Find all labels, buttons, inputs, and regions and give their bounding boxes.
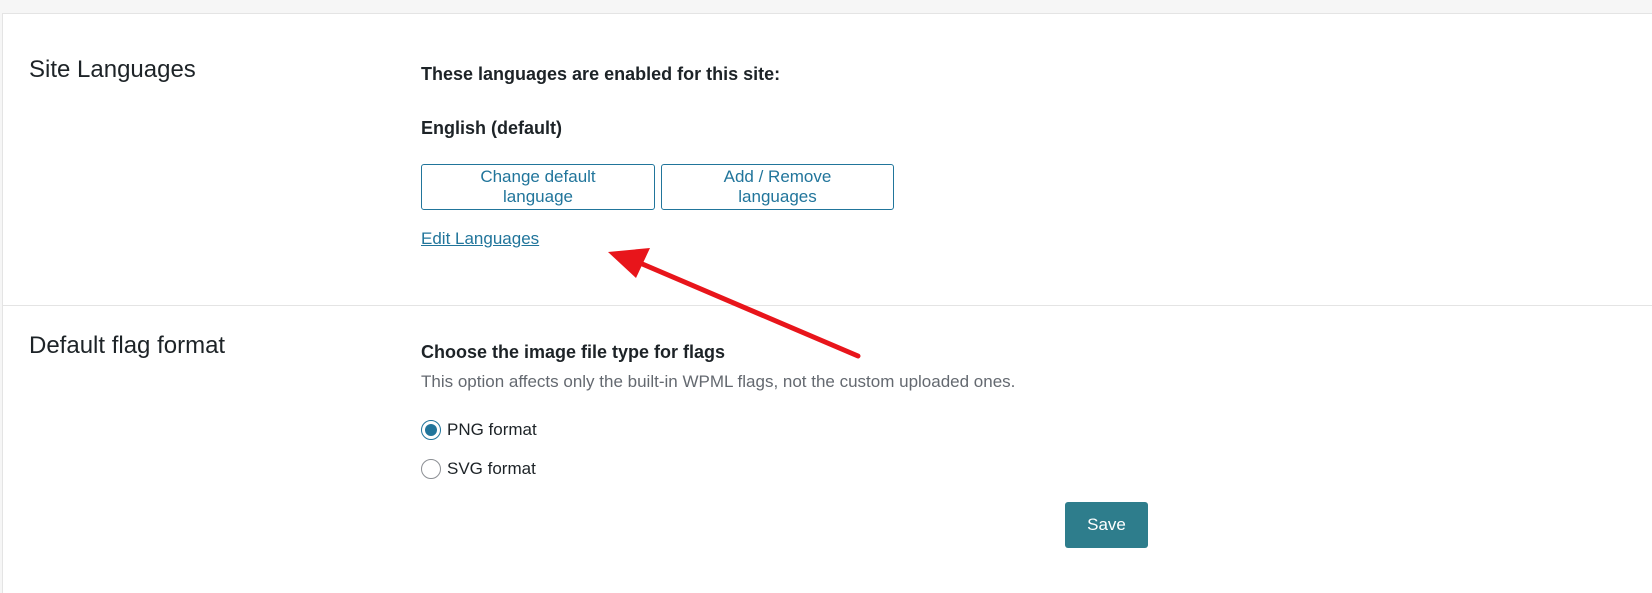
section-title-flag-format: Default flag format xyxy=(29,332,226,359)
add-remove-languages-button[interactable]: Add / Remove languages xyxy=(661,164,894,210)
radio-svg-label[interactable]: SVG format xyxy=(447,459,536,479)
site-languages-section: Site Languages These languages are enabl… xyxy=(2,13,1652,305)
flag-format-content: Choose the image file type for flags Thi… xyxy=(421,342,1612,480)
section-title-site-languages: Site Languages xyxy=(29,56,196,83)
edit-languages-link[interactable]: Edit Languages xyxy=(421,229,539,249)
language-buttons-row: Change default language Add / Remove lan… xyxy=(421,164,1612,210)
page: Site Languages These languages are enabl… xyxy=(0,0,1652,593)
save-button[interactable]: Save xyxy=(1065,502,1148,548)
site-languages-content: These languages are enabled for this sit… xyxy=(421,64,1612,249)
radio-option-svg[interactable]: SVG format xyxy=(421,458,1612,480)
radio-option-png[interactable]: PNG format xyxy=(421,419,1612,441)
radio-svg-input[interactable] xyxy=(421,459,441,479)
radio-png-input[interactable] xyxy=(421,420,441,440)
default-language-label: English (default) xyxy=(421,118,562,138)
flag-format-description: This option affects only the built-in WP… xyxy=(421,372,1016,391)
enabled-languages-heading: These languages are enabled for this sit… xyxy=(421,64,781,84)
change-default-language-button[interactable]: Change default language xyxy=(421,164,655,210)
flag-format-heading: Choose the image file type for flags xyxy=(421,342,726,362)
radio-png-label[interactable]: PNG format xyxy=(447,420,537,440)
flag-format-section: Default flag format Choose the image fil… xyxy=(2,305,1652,593)
